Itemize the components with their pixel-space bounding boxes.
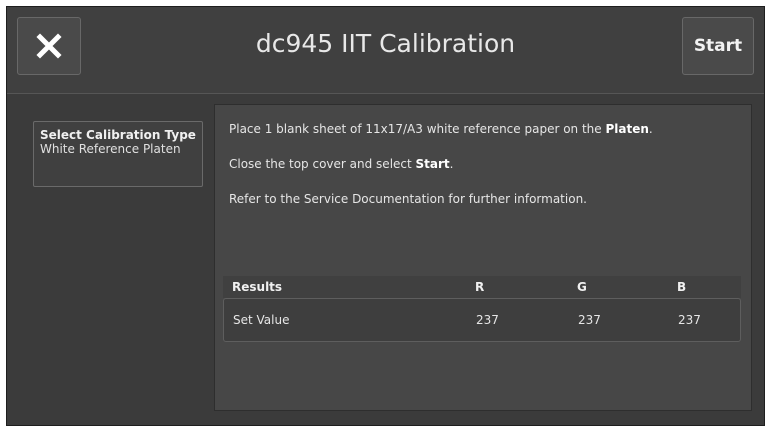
value-b: 237 [678, 313, 701, 327]
column-header-g: G [577, 280, 587, 294]
column-header-results: Results [232, 280, 283, 294]
instruction-line-1: Place 1 blank sheet of 11x17/A3 white re… [229, 122, 653, 136]
column-header-r: R [475, 280, 485, 294]
calibration-type-button[interactable]: Select Calibration Type White Reference … [33, 121, 203, 187]
row-label: Set Value [233, 313, 290, 327]
header-bar: dc945 IIT Calibration Start [7, 7, 764, 94]
instructions-panel: Place 1 blank sheet of 11x17/A3 white re… [214, 104, 752, 411]
instruction-line-2: Close the top cover and select Start. [229, 157, 454, 171]
start-button[interactable]: Start [682, 17, 754, 75]
table-row: Set Value 237 237 237 [223, 298, 741, 342]
page-title: dc945 IIT Calibration [255, 29, 516, 58]
platen-emphasis: Platen [605, 122, 649, 136]
value-r: 237 [476, 313, 499, 327]
calibration-screen: dc945 IIT Calibration Start Select Calib… [6, 6, 765, 426]
results-table-header: Results R G B [223, 276, 741, 298]
calibration-type-label: Select Calibration Type [40, 128, 196, 142]
column-header-b: B [677, 280, 687, 294]
value-g: 237 [578, 313, 601, 327]
start-emphasis: Start [415, 157, 450, 171]
calibration-type-value: White Reference Platen [40, 142, 181, 156]
close-button[interactable] [17, 17, 81, 75]
close-icon [36, 33, 62, 59]
instruction-line-3: Refer to the Service Documentation for f… [229, 192, 587, 206]
